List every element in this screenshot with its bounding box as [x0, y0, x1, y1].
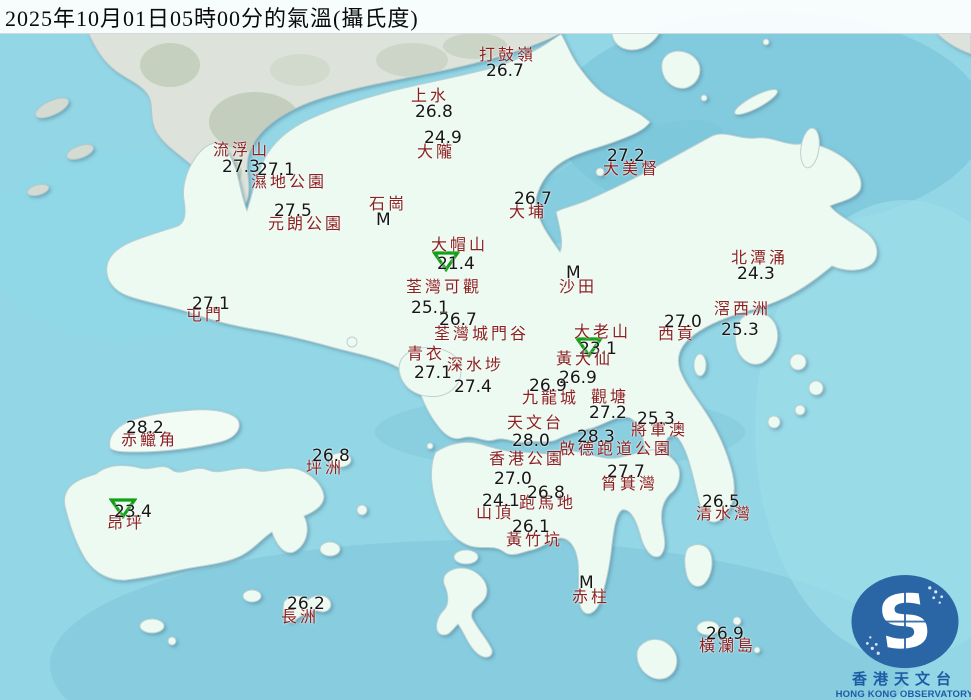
station-value: 28.2	[126, 420, 164, 437]
station-value: 25.3	[637, 411, 675, 428]
station-value: 26.9	[706, 626, 744, 643]
station-value: 24.9	[424, 130, 462, 147]
station-value: 27.2	[607, 148, 645, 165]
station-name-label: 深水埗	[447, 358, 504, 374]
station-value: 24.3	[737, 266, 775, 283]
station-value: 21.4	[437, 256, 475, 273]
station-name-label: 香港公園	[489, 452, 565, 468]
station-value: 27.1	[257, 162, 295, 179]
station-value: M	[566, 265, 581, 282]
station-value: 24.1	[482, 493, 520, 510]
station-value: 26.8	[527, 485, 565, 502]
station-value: 26.5	[702, 494, 740, 511]
station-name-label: 青衣	[407, 347, 445, 363]
hko-logo-name-zh: 香港天文台	[852, 672, 957, 689]
station-value: 27.7	[607, 464, 645, 481]
hko-logo-name-en: HONG KONG OBSERVATORY	[836, 689, 971, 700]
station-value: 28.3	[577, 429, 615, 446]
station-value: 26.8	[415, 104, 453, 121]
station-value: 26.7	[439, 312, 477, 329]
station-value: 27.4	[454, 379, 492, 396]
station-value: 27.0	[664, 314, 702, 331]
station-value: 26.2	[287, 596, 325, 613]
stations-layer: 打鼓嶺26.7上水26.8大隴24.9流浮山27.3濕地公園27.1元朗公園27…	[0, 0, 971, 700]
station-value: 26.9	[529, 378, 567, 395]
station-value: 27.1	[192, 296, 230, 313]
station-value: 27.5	[274, 203, 312, 220]
station-value: M	[376, 212, 391, 229]
hko-logo: S 香港天文台 HONG KONG OBSERVATORY	[838, 572, 971, 700]
temperature-map-app: 2025年10月01日05時00分的氣溫(攝氏度) 打鼓嶺26.7上水26.8大…	[0, 0, 971, 700]
station-name-label: 滘西洲	[714, 302, 771, 318]
station-name-label: 黃大仙	[556, 352, 613, 368]
station-name-label: 天文台	[507, 416, 564, 432]
station-value: 26.7	[514, 191, 552, 208]
station-value: 23.4	[114, 504, 152, 521]
station-name-label: 荃灣可觀	[406, 280, 482, 296]
station-value: 26.1	[512, 519, 550, 536]
station-name-label: 大帽山	[431, 238, 488, 254]
station-value: 27.2	[589, 405, 627, 422]
map-title: 2025年10月01日05時00分的氣溫(攝氏度)	[0, 1, 419, 33]
station-value: 26.7	[486, 63, 524, 80]
hko-logo-icon: S	[846, 572, 964, 671]
station-value: 25.3	[721, 322, 759, 339]
title-bar: 2025年10月01日05時00分的氣溫(攝氏度)	[0, 0, 971, 34]
station-value: 28.0	[512, 433, 550, 450]
station-value: 26.8	[312, 448, 350, 465]
station-value: M	[579, 575, 594, 592]
